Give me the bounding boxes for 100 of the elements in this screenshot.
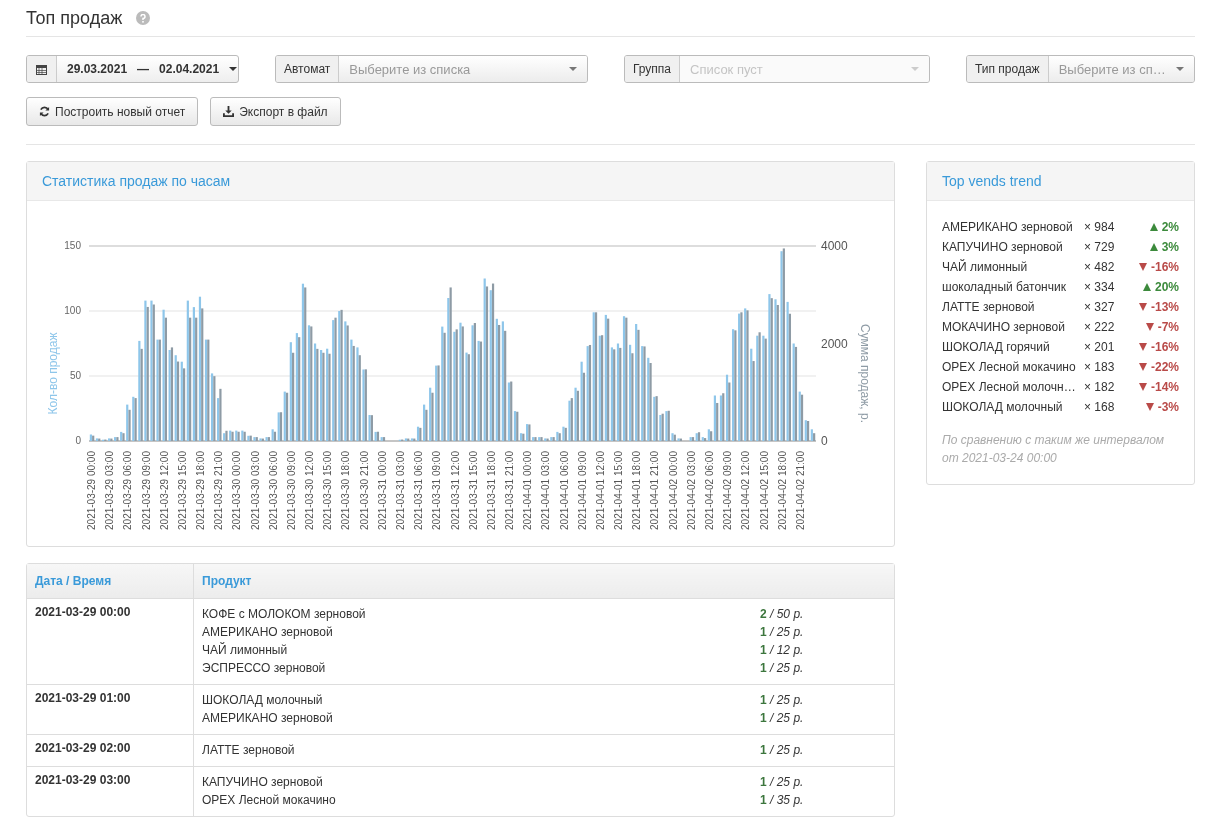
- change-percent: 3%: [1161, 240, 1179, 254]
- sales-count: × 183: [1084, 360, 1116, 374]
- product-name: ОРЕХ Лесной мокачино: [202, 793, 337, 807]
- axis-tick-label: 2021-04-01 03:00: [540, 451, 552, 530]
- column-header[interactable]: Продукт: [193, 564, 894, 599]
- sales-count: × 182: [1084, 380, 1116, 394]
- product-name: ЧАЙ лимонный: [942, 260, 1029, 274]
- sales-count: × 327: [1084, 300, 1116, 314]
- axis-tick-label: 2021-03-30 06:00: [267, 451, 279, 530]
- date-separator: —: [137, 62, 150, 76]
- card-title: Top vends trend: [942, 173, 1042, 189]
- sales-count: × 984: [1084, 220, 1116, 234]
- change-percent: 2%: [1161, 220, 1179, 234]
- product-name: ОРЕХ Лесной молочн…: [942, 380, 1077, 394]
- sales-count: × 168: [1084, 400, 1116, 414]
- quantity-amount: 1 / 25 р.: [760, 661, 805, 675]
- change-percent: -16%: [1151, 260, 1179, 274]
- axis-tick-label: 2021-03-30 03:00: [249, 451, 261, 530]
- product-name: ЧАЙ лимонный: [202, 643, 289, 657]
- axis-tick-label: 2021-03-30 12:00: [304, 451, 316, 530]
- product-name: ШОКОЛАД молочный: [942, 400, 1064, 414]
- axis-tick-label: 2021-03-30 18:00: [340, 451, 352, 530]
- axis-tick-label: 2021-03-31 00:00: [376, 451, 388, 530]
- axis-tick-label: 2021-03-29 00:00: [86, 451, 98, 530]
- quantity-amount: 2 / 50 р.: [760, 607, 805, 621]
- axis-tick-label: 2021-03-29 03:00: [104, 451, 116, 530]
- axis-tick-label: 0: [75, 435, 81, 446]
- export-button[interactable]: Экспорт в файл: [210, 97, 341, 126]
- product-name: КАПУЧИНО зерновой: [202, 775, 324, 789]
- axis-tick-label: 2021-03-31 21:00: [504, 451, 516, 530]
- quantity-amount: 1 / 25 р.: [760, 743, 805, 757]
- product-name: КАПУЧИНО зерновой: [942, 240, 1064, 254]
- change-percent: 20%: [1154, 280, 1179, 294]
- change-percent: -14%: [1151, 380, 1179, 394]
- axis-tick-label: 0: [821, 434, 828, 448]
- axis-tick-label: 2021-04-01 21:00: [649, 451, 661, 530]
- axis-tick-label: 2021-04-01 06:00: [558, 451, 570, 530]
- axis-label: Кол-во продаж: [46, 332, 60, 415]
- product-name: ЭСПРЕССО зерновой: [202, 661, 327, 675]
- product-name: ШОКОЛАД горячий: [942, 340, 1051, 354]
- change-percent: -7%: [1157, 320, 1179, 334]
- axis-tick-label: 2021-04-02 12:00: [740, 451, 752, 530]
- column-header[interactable]: Дата / Время: [27, 564, 194, 599]
- axis-tick-label: 2021-03-29 18:00: [195, 451, 207, 530]
- axis-tick-label: 2021-03-31 06:00: [413, 451, 425, 530]
- axis-tick-label: 2021-03-29 12:00: [158, 451, 170, 530]
- date-range-picker[interactable]: 29.03.2021 — 02.04.2021: [26, 55, 239, 83]
- datetime-cell: 2021-03-29 01:00: [27, 684, 194, 735]
- axis-tick-label: 2021-04-01 15:00: [613, 451, 625, 530]
- quantity-amount: 1 / 35 р.: [760, 793, 805, 807]
- product-name: АМЕРИКАНО зерновой: [202, 625, 334, 639]
- date-to: 02.04.2021: [159, 62, 220, 76]
- sales-count: × 729: [1084, 240, 1116, 254]
- sales-count: × 334: [1084, 280, 1116, 294]
- quantity-amount: 1 / 25 р.: [760, 775, 805, 789]
- change-percent: -16%: [1151, 340, 1179, 354]
- datetime-cell: 2021-03-29 02:00: [27, 734, 194, 767]
- axis-tick-label: 2021-04-02 06:00: [704, 451, 715, 530]
- change-percent: -13%: [1151, 300, 1179, 314]
- axis-tick-label: 2021-04-02 18:00: [776, 451, 788, 530]
- axis-label: Сумма продаж, р.: [858, 324, 872, 423]
- axis-tick-label: 100: [64, 305, 81, 316]
- axis-tick-label: 4000: [821, 239, 848, 253]
- axis-tick-label: 2021-04-02 00:00: [667, 451, 679, 530]
- axis-tick-label: 2021-04-02 21:00: [794, 451, 806, 530]
- axis-tick-label: 2000: [821, 336, 848, 351]
- product-name: АМЕРИКАНО зерновой: [942, 220, 1074, 234]
- product-name: ЛАТТЕ зерновой: [942, 300, 1036, 314]
- axis-tick-label: 2021-03-29 21:00: [213, 451, 225, 530]
- axis-tick-label: 2021-03-31 18:00: [485, 451, 497, 530]
- product-name: АМЕРИКАНО зерновой: [202, 711, 334, 725]
- product-name: шоколадный батончик: [942, 280, 1067, 294]
- axis-tick-label: 2021-04-02 09:00: [722, 451, 734, 530]
- axis-tick-label: 2021-03-30 21:00: [358, 451, 370, 530]
- change-percent: -22%: [1151, 360, 1179, 374]
- axis-tick-label: 2021-04-02 15:00: [758, 451, 770, 530]
- axis-tick-label: 50: [69, 370, 81, 381]
- quantity-amount: 1 / 12 р.: [760, 643, 805, 657]
- axis-tick-label: 2021-03-30 15:00: [322, 451, 334, 530]
- axis-tick-label: 2021-03-31 15:00: [467, 451, 479, 530]
- axis-tick-label: 2021-04-02 03:00: [685, 451, 697, 530]
- product-name: КОФЕ с МОЛОКОМ зерновой: [202, 607, 367, 621]
- comparison-note: По сравнению с таким же интервалом от 2021-03-24 00:00: [942, 432, 1166, 467]
- rebuild-button[interactable]: Построить новый отчет: [26, 97, 199, 126]
- axis-tick-label: 2021-03-31 03:00: [395, 451, 406, 530]
- change-percent: -3%: [1157, 400, 1179, 414]
- axis-tick-label: 2021-03-31 12:00: [449, 451, 461, 530]
- sales-count: × 201: [1084, 340, 1116, 354]
- sales-count: × 222: [1084, 320, 1116, 334]
- card-title: Статистика продаж по часам: [42, 173, 231, 189]
- axis-tick-label: 2021-03-29 06:00: [122, 451, 134, 530]
- quantity-amount: 1 / 25 р.: [760, 693, 805, 707]
- date-from: 29.03.2021: [67, 62, 128, 76]
- axis-tick-label: 2021-04-01 12:00: [594, 451, 606, 530]
- product-name: МОКАЧИНО зерновой: [942, 320, 1066, 334]
- datetime-cell: 2021-03-29 00:00: [27, 598, 194, 685]
- product-name: ШОКОЛАД молочный: [202, 693, 324, 707]
- quantity-amount: 1 / 25 р.: [760, 711, 805, 725]
- page-title: Топ продаж: [26, 7, 123, 29]
- axis-tick-label: 150: [64, 240, 81, 251]
